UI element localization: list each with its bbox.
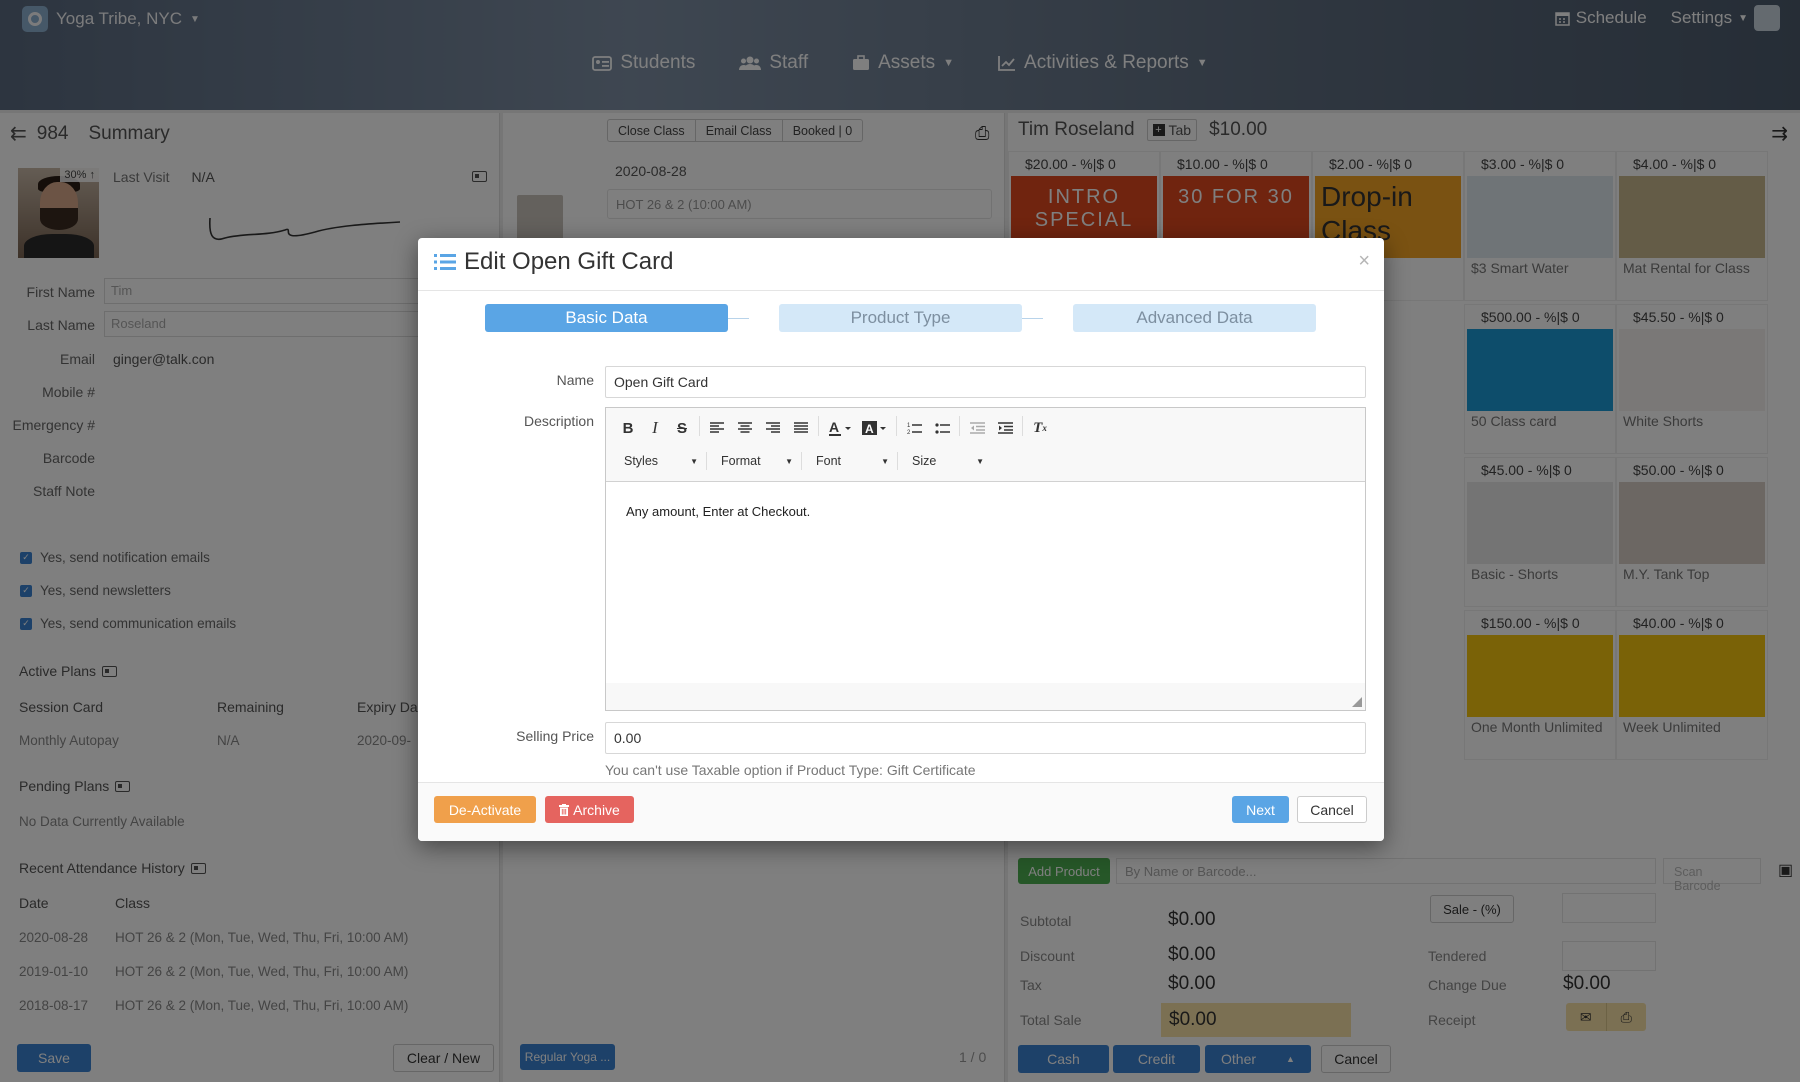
svg-text:A: A: [829, 420, 839, 435]
svg-text:2: 2: [907, 430, 911, 435]
toolbar-separator: [818, 416, 819, 436]
edit-gift-card-modal: Edit Open Gift Card × Basic Data Product…: [418, 238, 1384, 841]
align-justify-icon[interactable]: [789, 416, 813, 440]
clear-format-icon[interactable]: Tx: [1028, 416, 1052, 440]
font-dropdown[interactable]: Font ▼: [806, 450, 893, 472]
selling-price-label: Selling Price: [516, 728, 594, 744]
description-text: Any amount, Enter at Checkout.: [626, 504, 811, 519]
deactivate-button[interactable]: De-Activate: [434, 796, 536, 823]
selling-price-input[interactable]: 0.00: [605, 722, 1366, 754]
next-button[interactable]: Next: [1232, 796, 1289, 823]
step-advanced-data[interactable]: Advanced Data: [1073, 304, 1316, 332]
close-icon[interactable]: ×: [1358, 250, 1370, 273]
numbered-list-icon[interactable]: 12: [902, 416, 926, 440]
list-icon: [434, 254, 456, 270]
dropdown-arrow-icon: ▼: [690, 456, 698, 466]
name-label: Name: [556, 372, 594, 388]
toolbar-separator: [1022, 416, 1023, 436]
step-product-type[interactable]: Product Type: [779, 304, 1022, 332]
trash-icon: [559, 803, 570, 816]
cancel-button[interactable]: Cancel: [1297, 796, 1367, 823]
archive-label: Archive: [573, 801, 620, 818]
archive-button[interactable]: Archive: [545, 796, 634, 823]
align-right-icon[interactable]: [761, 416, 785, 440]
bold-icon[interactable]: B: [616, 416, 640, 440]
resize-handle-icon[interactable]: [1352, 697, 1362, 707]
styles-label: Styles: [624, 454, 659, 468]
bullet-list-icon[interactable]: [930, 416, 954, 440]
format-label: Format: [721, 454, 761, 468]
taxable-hint: You can't use Taxable option if Product …: [605, 762, 976, 778]
indent-icon[interactable]: [993, 416, 1017, 440]
modal-header: Edit Open Gift Card: [434, 248, 673, 276]
outdent-icon[interactable]: [965, 416, 989, 440]
align-left-icon[interactable]: [705, 416, 729, 440]
name-input[interactable]: Open Gift Card: [605, 366, 1366, 398]
editor-content[interactable]: Any amount, Enter at Checkout.: [606, 482, 1365, 683]
strikethrough-icon[interactable]: S: [670, 416, 694, 440]
header-divider: [418, 290, 1384, 291]
size-label: Size: [912, 454, 937, 468]
step-basic-data[interactable]: Basic Data: [485, 304, 728, 332]
italic-icon[interactable]: I: [643, 416, 667, 440]
background-color-icon[interactable]: A: [860, 416, 890, 440]
description-label: Description: [523, 413, 594, 429]
modal-footer: De-Activate Archive Next Cancel: [418, 782, 1384, 841]
svg-text:1: 1: [907, 423, 911, 429]
styles-dropdown[interactable]: Styles ▼: [614, 450, 702, 472]
combo-separator: [897, 452, 898, 470]
align-center-icon[interactable]: [733, 416, 757, 440]
toolbar-separator: [959, 416, 960, 436]
dropdown-arrow-icon: ▼: [881, 456, 889, 466]
size-dropdown[interactable]: Size ▼: [902, 450, 988, 472]
toolbar-separator: [699, 416, 700, 436]
combo-separator: [706, 452, 707, 470]
modal-title: Edit Open Gift Card: [464, 248, 674, 275]
editor-toolbar: B I S A A 12 Tx Styles ▼ Format ▼ Font ▼: [606, 408, 1365, 482]
text-color-icon[interactable]: A: [826, 416, 856, 440]
font-label: Font: [816, 454, 842, 468]
toolbar-separator: [896, 416, 897, 436]
svg-text:A: A: [865, 422, 874, 436]
format-dropdown[interactable]: Format ▼: [711, 450, 797, 472]
dropdown-arrow-icon: ▼: [785, 456, 793, 466]
dropdown-arrow-icon: ▼: [976, 456, 984, 466]
rich-text-editor: B I S A A 12 Tx Styles ▼ Format ▼ Font ▼: [605, 407, 1366, 711]
combo-separator: [801, 452, 802, 470]
